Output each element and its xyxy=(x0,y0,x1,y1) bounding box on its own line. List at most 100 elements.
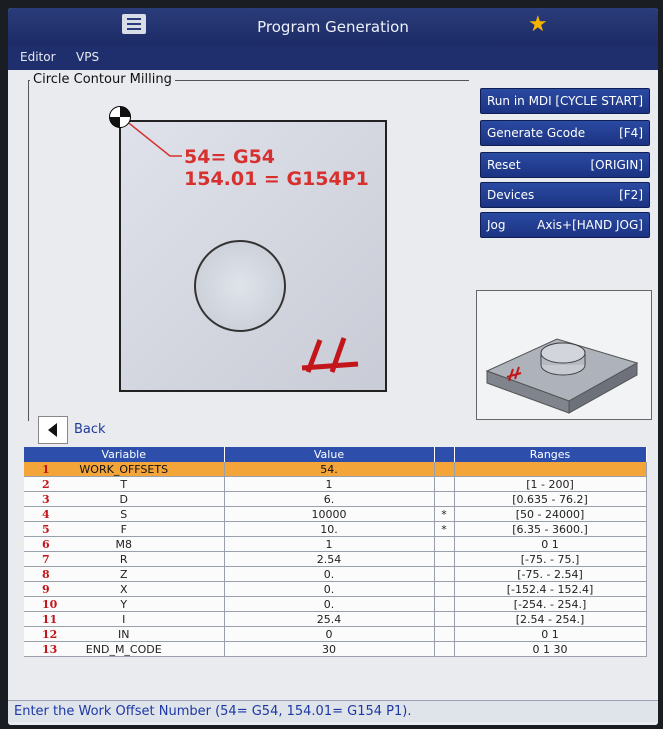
value-cell[interactable]: 30 xyxy=(224,641,435,657)
flag-cell xyxy=(434,611,455,627)
value-cell[interactable]: 54. xyxy=(224,462,435,477)
table-row[interactable]: 9 X 0. [-152.4 - 152.4] xyxy=(24,581,647,597)
range-cell: [1 - 200] xyxy=(454,476,647,492)
range-cell: [-152.4 - 152.4] xyxy=(454,581,647,597)
reset-key: [ORIGIN] xyxy=(590,158,644,172)
generate-gcode-label: Generate Gcode xyxy=(487,126,586,140)
range-cell: [0.635 - 76.2] xyxy=(454,491,647,507)
flag-cell xyxy=(434,596,455,612)
table-row[interactable]: 5 F 10. * [6.35 - 3600.] xyxy=(24,521,647,537)
variable-cell: 3D xyxy=(24,491,225,507)
table-header-row: Variable Value Ranges xyxy=(24,447,647,462)
column-header-value: Value xyxy=(224,447,435,462)
tab-bar: Editor VPS xyxy=(8,46,658,70)
devices-key: [F2] xyxy=(619,188,643,202)
row-number: 2 xyxy=(42,477,50,491)
row-number: 5 xyxy=(42,522,50,536)
jog-label: Jog xyxy=(487,218,506,232)
table-row[interactable]: 12 IN 0 0 1 xyxy=(24,626,647,642)
run-in-mdi-label: Run in MDI xyxy=(487,94,552,108)
variable-cell: 9X xyxy=(24,581,225,597)
value-cell[interactable]: 0. xyxy=(224,596,435,612)
value-cell[interactable]: 0. xyxy=(224,566,435,582)
value-cell[interactable]: 25.4 xyxy=(224,611,435,627)
generate-gcode-key: [F4] xyxy=(619,126,643,140)
range-cell: [-75. - 2.54] xyxy=(454,566,647,582)
jog-button[interactable]: Jog Axis+[HAND JOG] xyxy=(480,212,650,238)
row-number: 8 xyxy=(42,567,50,581)
reset-button[interactable]: Reset [ORIGIN] xyxy=(480,152,650,178)
flag-cell xyxy=(434,491,455,507)
flag-cell xyxy=(434,581,455,597)
window-title: Program Generation xyxy=(257,18,409,36)
devices-button[interactable]: Devices [F2] xyxy=(480,182,650,208)
offset-note-line2: 154.01 = G154P1 xyxy=(184,168,369,190)
range-cell: 0 1 xyxy=(454,536,647,552)
variable-cell: 8Z xyxy=(24,566,225,582)
row-number: 9 xyxy=(42,582,50,596)
column-header-flag xyxy=(434,447,455,462)
value-cell[interactable]: 10. xyxy=(224,521,435,537)
value-cell[interactable]: 0. xyxy=(224,581,435,597)
table-row[interactable]: 3 D 6. [0.635 - 76.2] xyxy=(24,491,647,507)
table-row[interactable]: 8 Z 0. [-75. - 2.54] xyxy=(24,566,647,582)
variable-name: Z xyxy=(119,567,128,581)
reset-label: Reset xyxy=(487,158,521,172)
tab-editor[interactable]: Editor xyxy=(20,50,56,64)
parameter-table: Variable Value Ranges 1 WORK_OFFSETS 54. 2 T… xyxy=(24,447,647,657)
range-cell: [-254. - 254.] xyxy=(454,596,647,612)
variable-name: S xyxy=(120,507,128,521)
column-header-ranges: Ranges xyxy=(454,447,647,462)
table-row[interactable]: 10 Y 0. [-254. - 254.] xyxy=(24,596,647,612)
tab-vps[interactable]: VPS xyxy=(76,50,99,64)
row-number: 10 xyxy=(42,597,58,611)
flag-cell xyxy=(434,641,455,657)
row-number: 12 xyxy=(42,627,58,641)
variable-cell: 10 Y xyxy=(24,596,225,612)
value-cell[interactable]: 1 xyxy=(224,476,435,492)
variable-name: M8 xyxy=(115,537,133,551)
title-bar: Program Generation ★ xyxy=(8,8,658,46)
variable-name: T xyxy=(120,477,128,491)
value-cell[interactable]: 1 xyxy=(224,536,435,552)
part-3d-image xyxy=(485,338,639,414)
flag-cell: * xyxy=(434,521,455,537)
back-arrow-icon xyxy=(48,423,57,437)
row-number: 11 xyxy=(42,612,58,626)
variable-cell: 5F xyxy=(24,521,225,537)
star-icon[interactable]: ★ xyxy=(528,12,548,37)
value-cell[interactable]: 10000 xyxy=(224,506,435,522)
variable-name: D xyxy=(119,492,128,506)
part-3d-thumbnail xyxy=(476,290,652,420)
flag-cell: * xyxy=(434,506,455,522)
variable-name: F xyxy=(120,522,127,536)
run-in-mdi-key: [CYCLE START] xyxy=(555,94,643,108)
back-button[interactable] xyxy=(38,416,68,444)
jog-key: Axis+[HAND JOG] xyxy=(537,218,643,232)
table-row[interactable]: 13 END_M_CODE 30 0 1 30 xyxy=(24,641,647,657)
variable-name: IN xyxy=(118,627,130,641)
variable-cell: 4S xyxy=(24,506,225,522)
variable-name: R xyxy=(119,552,128,566)
value-cell[interactable]: 0 xyxy=(224,626,435,642)
row-number: 3 xyxy=(42,492,50,506)
value-cell[interactable]: 6. xyxy=(224,491,435,507)
row-number: 4 xyxy=(42,507,50,521)
table-row[interactable]: 7 R 2.54 [-75. - 75.] xyxy=(24,551,647,567)
table-row[interactable]: 4 S 10000 * [50 - 24000] xyxy=(24,506,647,522)
table-row[interactable]: 2 T 1 [1 - 200] xyxy=(24,476,647,492)
flag-cell xyxy=(434,551,455,567)
variable-cell: 13 END_M_CODE xyxy=(24,641,225,657)
table-row[interactable]: 11 I 25.4 [2.54 - 254.] xyxy=(24,611,647,627)
column-header-variable: Variable xyxy=(24,447,225,462)
range-cell: [2.54 - 254.] xyxy=(454,611,647,627)
variable-name: I xyxy=(122,612,126,626)
value-cell[interactable]: 2.54 xyxy=(224,551,435,567)
generate-gcode-button[interactable]: Generate Gcode [F4] xyxy=(480,120,650,146)
back-label[interactable]: Back xyxy=(74,422,106,437)
run-in-mdi-button[interactable]: Run in MDI [CYCLE START] xyxy=(480,88,650,114)
table-row[interactable]: 6 M8 1 0 1 xyxy=(24,536,647,552)
variable-cell: 12 IN xyxy=(24,626,225,642)
table-row[interactable]: 1 WORK_OFFSETS 54. xyxy=(24,462,647,477)
range-cell: [6.35 - 3600.] xyxy=(454,521,647,537)
